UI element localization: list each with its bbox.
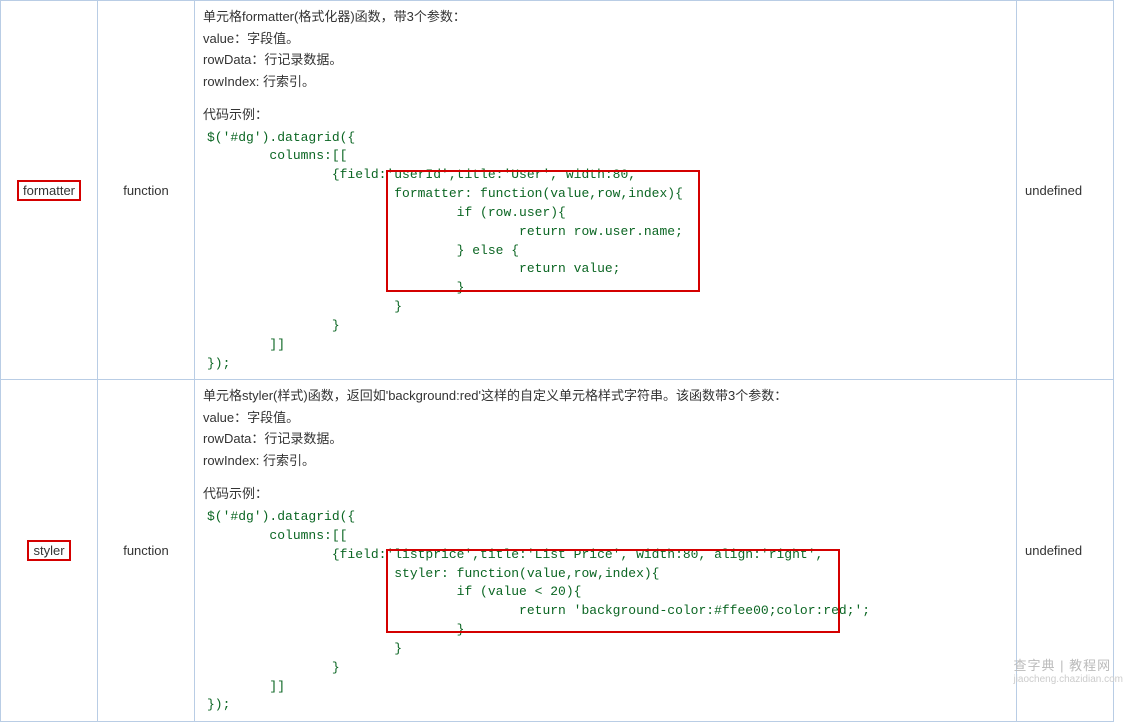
param-name-highlight: styler xyxy=(27,540,70,561)
param-name-cell: styler xyxy=(1,380,98,722)
desc-line: rowIndex: 行索引。 xyxy=(203,451,1008,471)
example-label: 代码示例： xyxy=(203,484,1008,504)
desc-line: value：字段值。 xyxy=(203,408,1008,428)
watermark: 查字典 | 教程网 jiaocheng.chazidian.com xyxy=(1013,655,1123,685)
desc-line: value：字段值。 xyxy=(203,29,1008,49)
code-sample: $('#dg').datagrid({ columns:[[ {field:'l… xyxy=(207,508,1008,715)
watermark-sub: jiaocheng.chazidian.com xyxy=(1013,674,1123,685)
desc-line: rowData：行记录数据。 xyxy=(203,50,1008,70)
api-params-table: formatterfunction单元格formatter(格式化器)函数，带3… xyxy=(0,0,1114,722)
table-row: styler function 单元格styler(样式)函数，返回如'backgr… xyxy=(1,380,1114,722)
code-sample: $('#dg').datagrid({ columns:[[ {field:'u… xyxy=(207,129,1008,374)
desc-line: 单元格formatter(格式化器)函数，带3个参数： xyxy=(203,7,1008,27)
watermark-main: 查字典 | 教程网 xyxy=(1013,658,1111,673)
table-row: formatterfunction单元格formatter(格式化器)函数，带3… xyxy=(1,1,1114,380)
param-type-cell: function xyxy=(98,380,195,722)
param-default-cell: undefined xyxy=(1017,1,1114,380)
param-name-highlight: formatter xyxy=(17,180,81,201)
param-name-cell: formatter xyxy=(1,1,98,380)
desc-line: 单元格styler(样式)函数，返回如'background:red'这样的自定… xyxy=(203,386,1008,406)
desc-line: rowData：行记录数据。 xyxy=(203,429,1008,449)
param-desc-cell: 单元格formatter(格式化器)函数，带3个参数：value：字段值。row… xyxy=(195,1,1017,380)
param-type-cell: function xyxy=(98,1,195,380)
example-label: 代码示例： xyxy=(203,105,1008,125)
desc-line: rowIndex: 行索引。 xyxy=(203,72,1008,92)
param-desc-cell: 单元格styler(样式)函数，返回如'background:red'这样的自定… xyxy=(195,380,1017,722)
